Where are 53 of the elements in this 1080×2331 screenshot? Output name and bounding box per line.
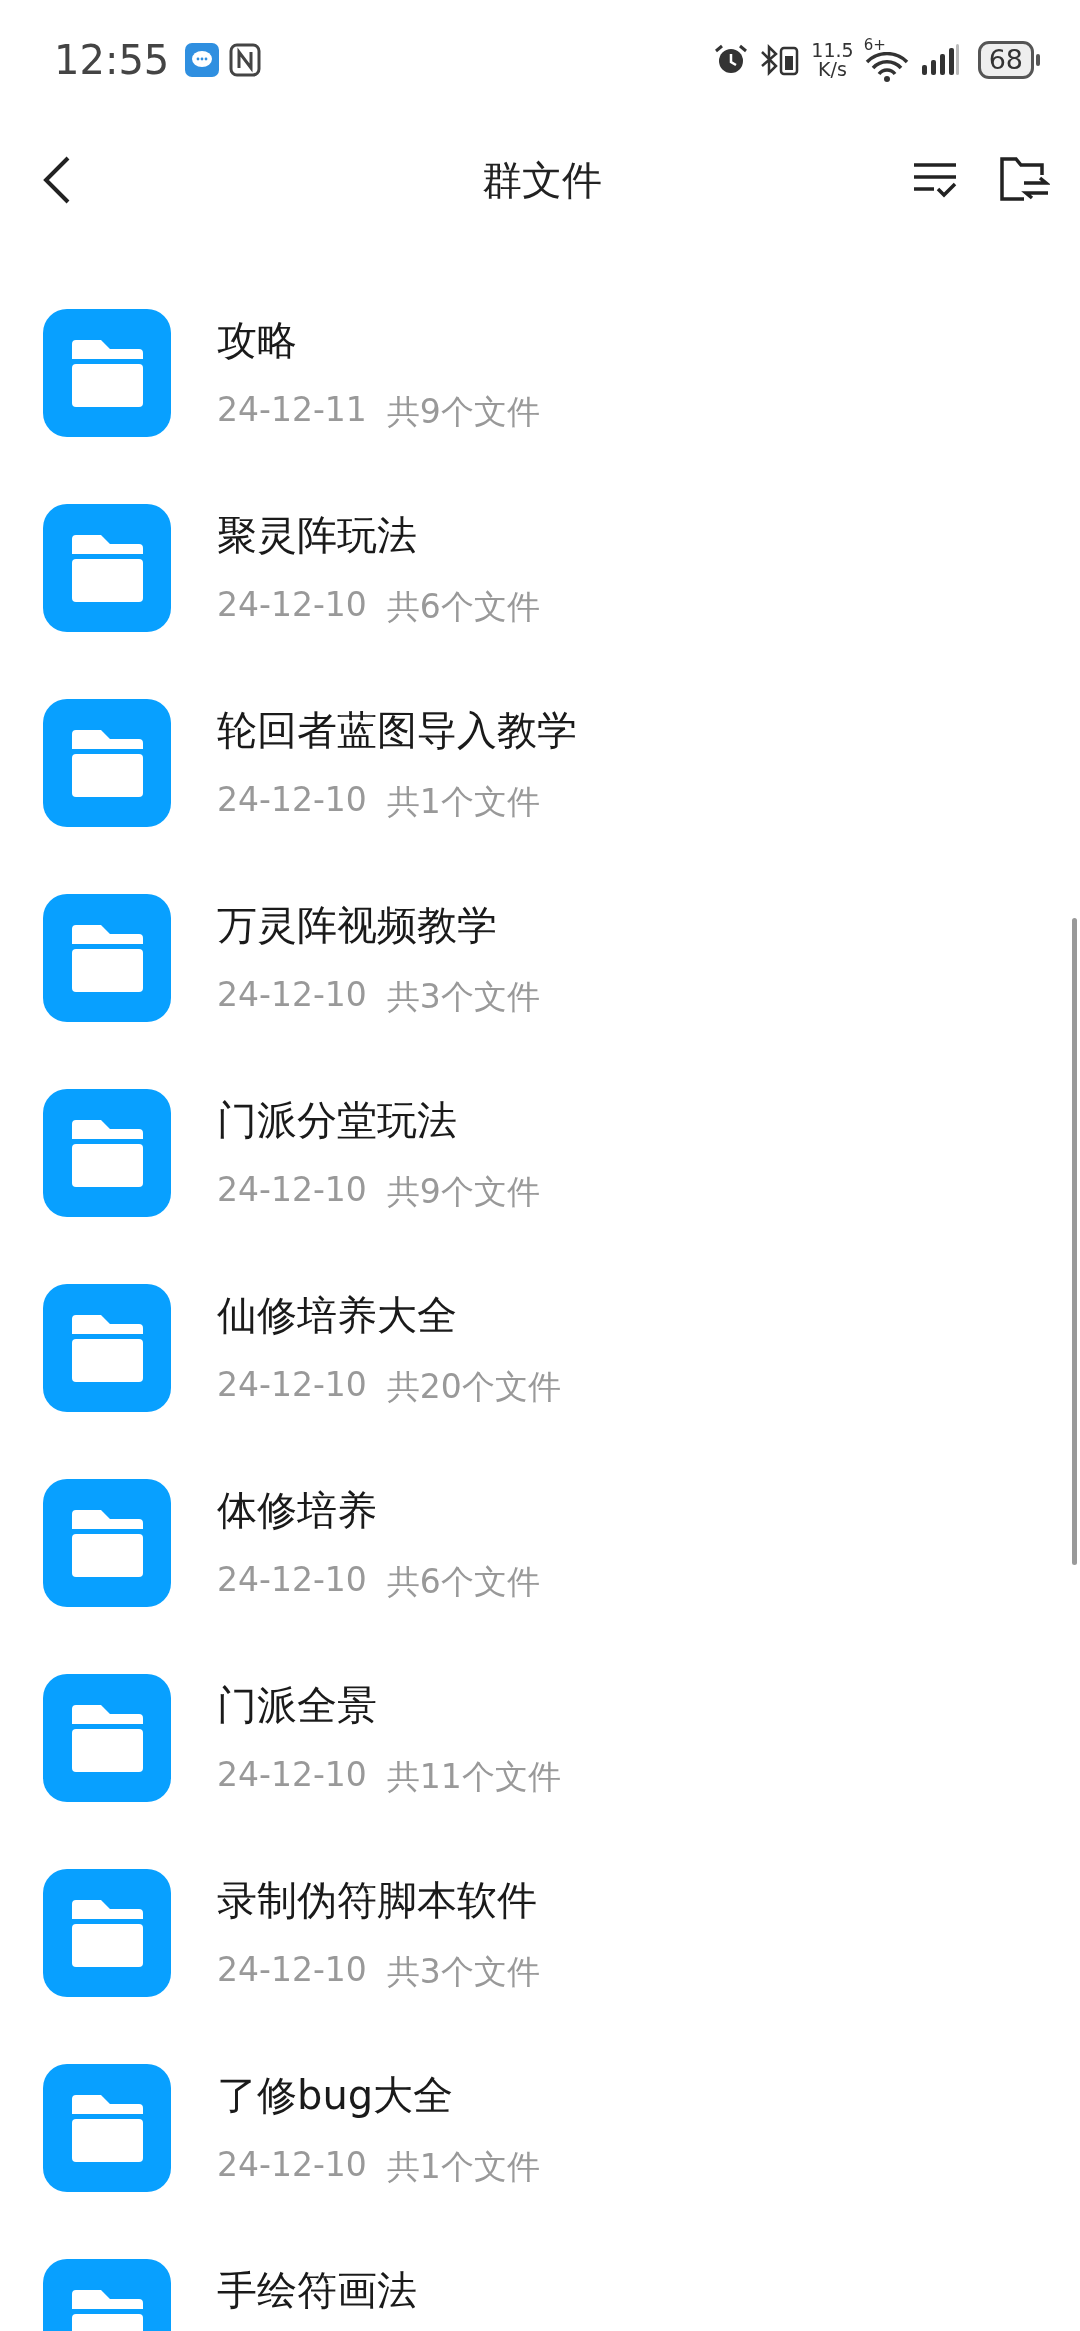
folder-name[interactable]: 门派全景	[217, 1678, 561, 1733]
file-count: 共20个文件	[386, 1366, 561, 1408]
folder-date: 24-12-10	[217, 1755, 367, 1796]
file-count: 共9个文件	[386, 391, 540, 433]
folder-date: 24-12-10	[217, 780, 367, 821]
folder-icon[interactable]	[43, 1088, 171, 1217]
network-type: 6+	[863, 38, 886, 52]
folder-date: 24-12-10	[217, 1365, 367, 1406]
folder-name[interactable]: 门派分堂玩法	[217, 1093, 540, 1148]
network-speed-value: 11.5	[811, 41, 854, 60]
file-count: 共3个文件	[386, 1951, 540, 1993]
scrollbar[interactable]	[1072, 918, 1077, 1565]
folder-icon[interactable]	[43, 1868, 171, 1997]
folder-name[interactable]: 了修bug大全	[217, 2068, 540, 2123]
folder-name[interactable]: 攻略	[217, 313, 540, 368]
folder-name[interactable]: 录制伪符脚本软件	[217, 1873, 540, 1928]
file-count: 共1个文件	[386, 781, 540, 823]
status-time: 12:55	[54, 37, 170, 83]
nfc-icon	[229, 43, 262, 77]
folder-date: 24-12-11	[217, 390, 367, 431]
folder-name[interactable]: 仙修培养大全	[217, 1288, 561, 1343]
file-count: 共1个文件	[386, 2146, 540, 2188]
file-count: 共6个文件	[386, 586, 540, 628]
folder-icon[interactable]	[43, 698, 171, 827]
message-icon	[185, 43, 220, 77]
folder-date: 24-12-10	[217, 2145, 367, 2186]
page-title: 群文件	[481, 155, 603, 205]
folder-icon[interactable]	[43, 2063, 171, 2192]
folder-date: 24-12-10	[217, 585, 367, 626]
folder-icon[interactable]	[43, 1283, 171, 1412]
multi-select-icon[interactable]	[912, 160, 958, 200]
folder-icon[interactable]	[43, 893, 171, 1022]
folder-icon[interactable]	[43, 308, 171, 437]
folder-date: 24-12-10	[217, 975, 367, 1016]
folder-icon[interactable]	[43, 1673, 171, 1802]
folder-name[interactable]: 聚灵阵玩法	[217, 508, 540, 563]
file-count: 共9个文件	[386, 1171, 540, 1213]
folder-name[interactable]: 体修培养	[217, 1483, 540, 1538]
battery-indicator: 68	[977, 41, 1034, 79]
folder-name[interactable]: 手绘符画法	[217, 2263, 417, 2318]
wifi-icon	[863, 52, 910, 82]
folder-icon[interactable]	[43, 1478, 171, 1607]
folder-icon[interactable]	[43, 503, 171, 632]
signal-icon	[919, 43, 960, 77]
folder-date: 24-12-10	[217, 1950, 367, 1991]
folder-date: 24-12-10	[217, 1560, 367, 1601]
file-count: 共11个文件	[386, 1756, 561, 1798]
folder-name[interactable]: 轮回者蓝图导入教学	[217, 703, 577, 758]
file-count: 共6个文件	[386, 1561, 540, 1603]
file-count: 共3个文件	[386, 976, 540, 1018]
network-speed-unit: K/s	[818, 60, 847, 79]
folder-date: 24-12-10	[217, 1170, 367, 1211]
folder-name[interactable]: 万灵阵视频教学	[217, 898, 540, 953]
